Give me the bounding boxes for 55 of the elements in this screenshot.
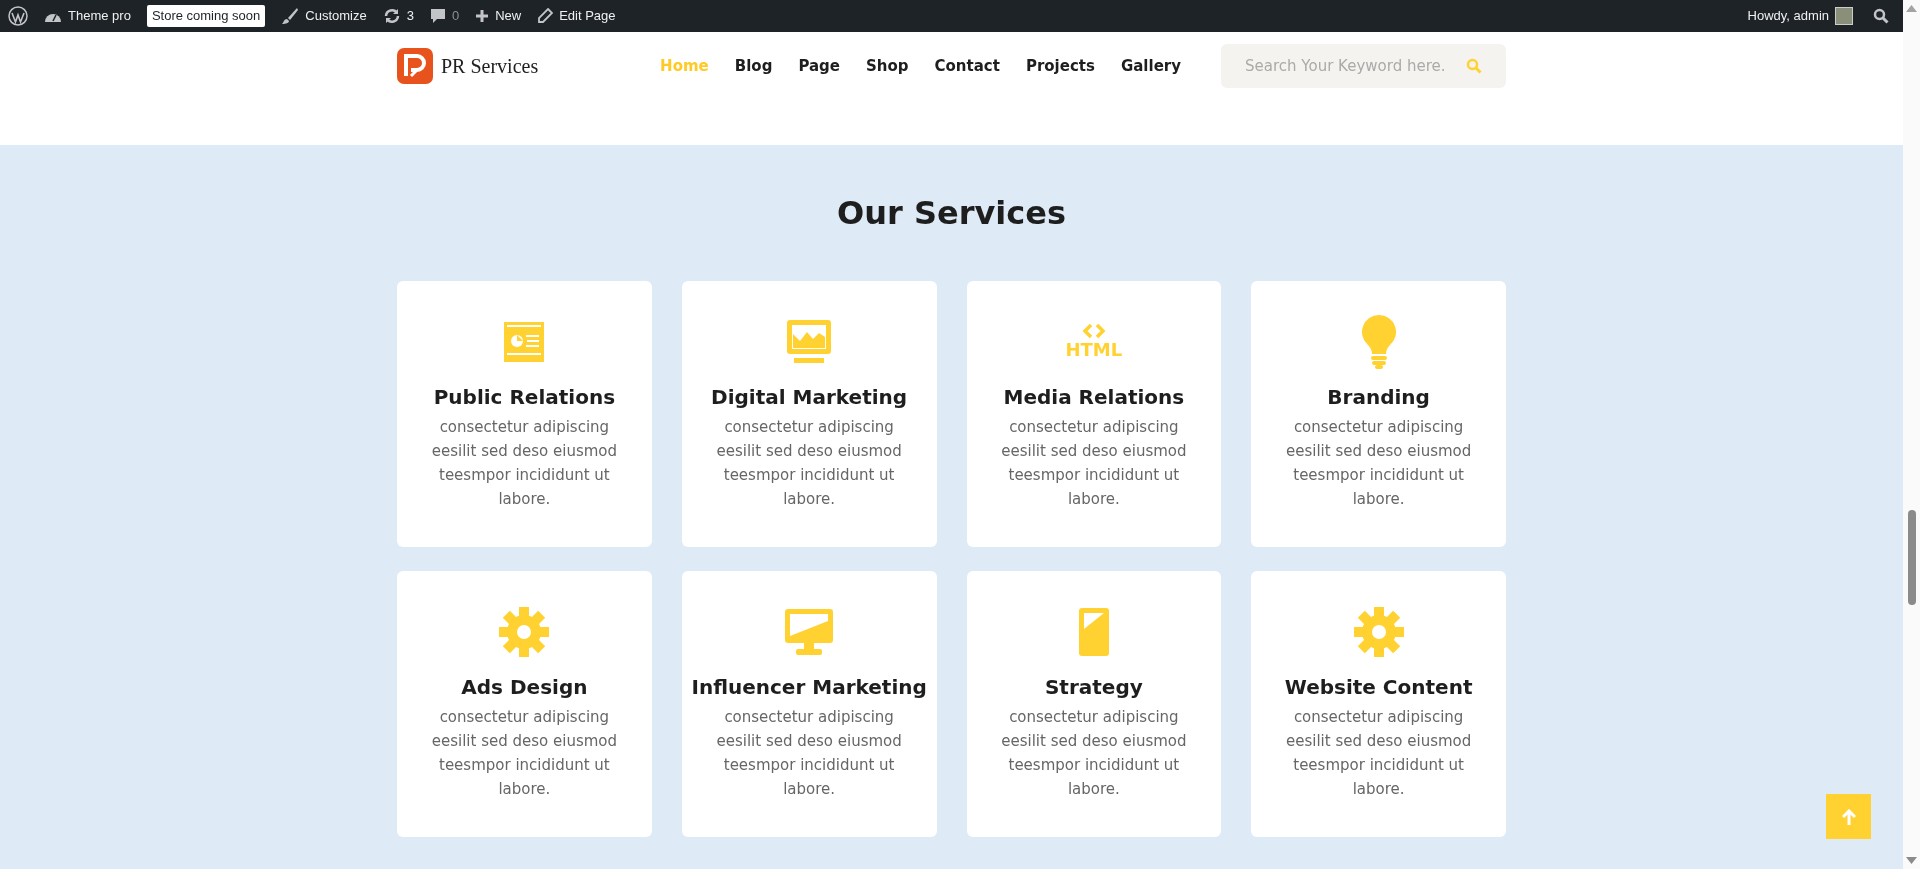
- search-icon[interactable]: [1873, 8, 1889, 24]
- toolbar-link[interactable]: New: [495, 6, 522, 26]
- scrollbar[interactable]: [1903, 0, 1920, 869]
- service-description: consectetur adipiscing eesilit sed deso eiusmod teesmpor incididunt ut labore.: [715, 707, 903, 800]
- service-description: consectetur adipiscing eesilit sed deso eiusmod teesmpor incididunt ut labore.: [1284, 417, 1473, 510]
- service-description: consectetur adipiscing eesilit sed deso eiusmod teesmpor incididunt ut labore.: [1000, 417, 1188, 510]
- section-heading: Our Services: [837, 193, 1066, 233]
- nav-link[interactable]: Page: [798, 54, 840, 78]
- scroll-down-arrow-icon[interactable]: [1906, 857, 1917, 864]
- monitor-icon: [784, 608, 835, 656]
- nav-link[interactable]: Contact: [934, 54, 1000, 78]
- toolbar-link[interactable]: Edit Page: [559, 6, 616, 26]
- smartphone-icon: [1077, 607, 1110, 657]
- nav-link[interactable]: Shop: [866, 54, 909, 78]
- logo-icon[interactable]: [397, 48, 433, 84]
- store-notice-badge[interactable]: Store coming soon: [146, 5, 266, 27]
- service-title: Media Relations: [1003, 384, 1185, 411]
- gear-icon: [498, 606, 551, 658]
- plus-icon[interactable]: [475, 9, 490, 23]
- avatar-thumbnail[interactable]: [1835, 7, 1853, 25]
- service-title: Influencer Marketing: [691, 674, 927, 701]
- service-description: consectetur adipiscing eesilit sed deso eiusmod teesmpor incididunt ut labore.: [1000, 707, 1188, 800]
- toolbar-link[interactable]: Theme pro: [68, 6, 131, 26]
- service-description: consectetur adipiscing eesilit sed deso eiusmod teesmpor incididunt ut labore.: [1284, 707, 1473, 800]
- presentation-icon: [503, 321, 546, 363]
- search-field[interactable]: Search Your Keyword here.: [1221, 44, 1506, 88]
- toolbar-link[interactable]: Customize: [305, 6, 367, 26]
- service-title: Website Content: [1284, 674, 1473, 701]
- service-title: Public Relations: [433, 384, 616, 411]
- paintbrush-icon[interactable]: [281, 7, 300, 25]
- icon-label: HTML: [1065, 339, 1123, 361]
- count-text[interactable]: 0: [451, 6, 460, 26]
- pencil-icon[interactable]: [537, 8, 554, 24]
- nav-link[interactable]: Blog: [734, 54, 773, 78]
- nav-link[interactable]: Gallery: [1120, 54, 1181, 78]
- code-icon: [1080, 323, 1107, 339]
- gear-icon: [1352, 606, 1405, 658]
- service-title: Digital Marketing: [711, 384, 908, 411]
- service-description: consectetur adipiscing eesilit sed deso eiusmod teesmpor incididunt ut labore.: [715, 417, 903, 510]
- service-description: consectetur adipiscing eesilit sed deso eiusmod teesmpor incididunt ut labore.: [430, 417, 618, 510]
- wordpress-logo-icon[interactable]: [8, 6, 28, 26]
- service-title: Strategy: [1044, 674, 1143, 701]
- logo-text[interactable]: PR Services: [441, 51, 539, 81]
- light-bulb-icon: [1360, 314, 1397, 370]
- service-title: Branding: [1327, 384, 1430, 411]
- count-text[interactable]: 3: [406, 6, 414, 26]
- service-description: consectetur adipiscing eesilit sed deso eiusmod teesmpor incididunt ut labore.: [430, 707, 618, 800]
- refresh-icon[interactable]: [382, 7, 401, 25]
- service-title: Ads Design: [461, 674, 588, 701]
- arrow-up-icon: [1841, 808, 1856, 825]
- nav-link[interactable]: Projects: [1025, 54, 1095, 78]
- scrollbar-thumb[interactable]: [1908, 510, 1916, 605]
- comment-bubble-icon[interactable]: [429, 8, 446, 24]
- greeting-text[interactable]: Howdy, admin: [1747, 6, 1829, 26]
- monitor-chart-icon: [786, 319, 833, 365]
